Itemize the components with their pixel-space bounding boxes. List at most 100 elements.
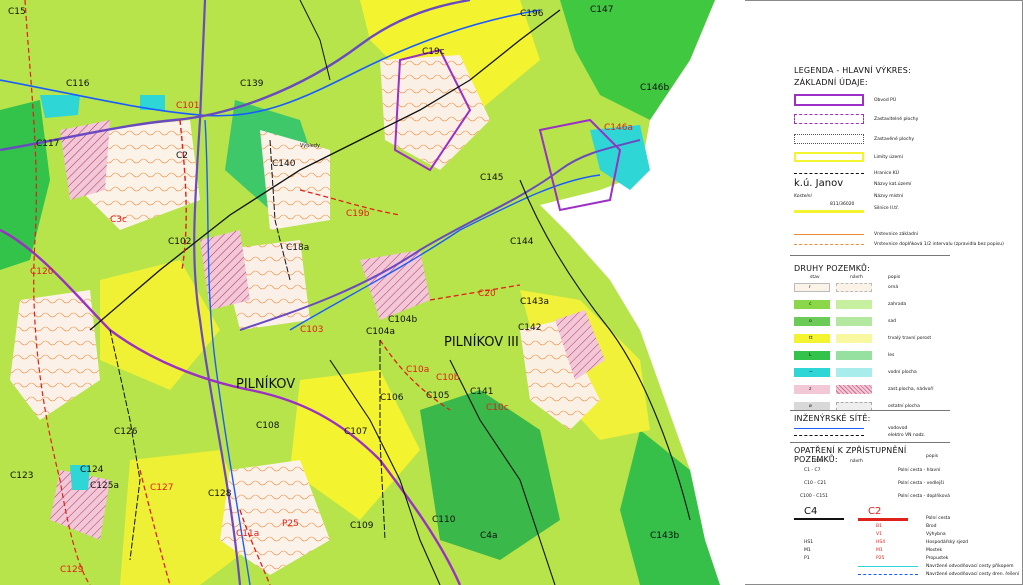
op-label-2: Polní cesta - doplňková [898,494,950,499]
legend-basic-title: ZÁKLADNÍ ÚDAJE: [794,78,868,87]
line-hranice [794,173,864,174]
legend-op-navrh: návrh [850,459,863,464]
legend-separator-1 [790,255,950,256]
legend-inz-title: INŽENÝRSKÉ SÍTĚ: [794,414,871,423]
sym-label-2: Výhybna [926,532,946,537]
label-c147: C147 [590,5,613,15]
label-c110: C110 [432,515,456,525]
swatch-orna-stav [794,283,830,292]
sym-right-4: M1 [876,548,883,553]
swatch-zast-stav [794,385,830,394]
label-c10a: C10a [406,365,429,375]
sym-line-6 [858,566,918,567]
label-pilnikov: PILNÍKOV [236,376,295,392]
label-c15: C15 [8,7,26,17]
legend-zastavitelne: Zastavitelné plochy [874,117,919,122]
map-svg[interactable]: C15 C196 C147 C19c C116 C139 C146b C117 … [0,0,745,585]
label-vyhledy: Výhledy [300,142,320,149]
label-c3c: C3c [110,215,127,225]
label-c140: C140 [272,159,296,169]
label-c18a: C18a [286,243,309,253]
swatch-zast-navrh [836,385,872,394]
label-c102: C102 [168,237,191,247]
swatch-les-stav [794,351,830,360]
sym-c4: C4 [804,506,818,517]
swatch-obvod [794,94,864,106]
legend-silnice: Silnice II.tř. [874,206,899,211]
druh-label-7: ostatní plocha [888,404,920,409]
label-c139: C139 [240,79,264,89]
op-code-0: C1 - C7 [804,468,821,473]
swatch-orna-navrh [836,283,872,292]
swatch-zastavitelne [794,114,864,124]
sym-label-1: Brod [926,524,937,529]
sym-right-2: V1 [876,532,882,537]
swatch-sad-navrh [836,317,872,326]
sym-label-0: Polní cesta [926,516,951,521]
legend-hranice: Hranice KÚ [874,171,899,176]
sym-left-5: P1 [804,556,810,561]
legend-separator-2 [790,410,950,411]
legend-col-navrh: návrh [850,275,863,280]
legend-nazvy-kat: Názvy kat.území [874,182,912,187]
label-c108: C108 [256,421,280,431]
legend-ku-sub: Kostelní [794,194,812,199]
op-code-1: C10 - C21 [804,481,827,486]
druh-code-5: ~ [809,370,813,375]
sym-left-4: M1 [804,548,811,553]
sym-label-3: Hospodářský sjezd [926,540,969,545]
label-c146a: C146a [604,123,633,133]
map-area[interactable]: C15 C196 C147 C19c C116 C139 C146b C117 … [0,0,745,585]
legend-nazvy-mistni: Názvy místní [874,194,904,199]
druh-label-5: vodní plocha [888,370,917,375]
swatch-voda-navrh [836,368,872,377]
label-c4a: C4a [480,531,498,541]
line-elektro [794,435,864,436]
druh-code-6: z [809,387,812,392]
druh-label-0: orná [888,285,899,290]
label-c129: C129 [60,565,84,575]
legend-op-stav: stav [814,459,824,464]
swatch-zahrada-navrh [836,300,872,309]
sym-line-7 [858,574,918,575]
pond-north-west [40,95,80,118]
swatch-zastavene [794,134,864,144]
label-c127: C127 [150,483,173,493]
druh-code-7: ø [809,404,812,409]
label-c125a: C125a [90,481,119,491]
sym-label-5: Propustek [926,556,949,561]
label-c11a: C11a [236,529,259,539]
label-c120: C120 [30,267,54,277]
label-c19b: C19b [346,209,370,219]
sym-left-3: HS1 [804,540,814,545]
sym-label-7: Navržené odvodňovací cesty dren. řešení [926,572,1020,577]
sym-c2: C2 [868,506,882,517]
line-vrst-dopl [794,244,864,245]
label-c101: C101 [176,101,199,111]
label-c128: C128 [208,489,232,499]
legend-druhy-title: DRUHY POZEMKŮ: [794,264,870,273]
label-c103: C103 [300,325,323,335]
legend-elektro: elektro VN nadz. [888,433,926,438]
label-c141: C141 [470,387,493,397]
label-c143a: C143a [520,297,549,307]
druh-code-1: c [809,302,812,307]
label-c196: C196 [520,9,544,19]
label-c117: C117 [36,139,59,149]
op-label-1: Polní cesta - vedlejší [898,481,944,486]
legend-ku-name: k.ú. Janov [794,178,844,189]
label-c145: C145 [480,173,503,183]
legend: LEGENDA - HLAVNÍ VÝKRES: ZÁKLADNÍ ÚDAJE:… [790,66,1019,581]
label-c123: C123 [10,471,33,481]
sym-right-5: P25 [876,556,885,561]
legend-op-popis: popis [926,454,939,459]
label-c105: C105 [426,391,449,401]
druh-code-0: r [809,285,811,290]
label-c116: C116 [66,79,90,89]
line-silnice [794,210,864,213]
label-c142: C142 [518,323,541,333]
swatch-ttp-navrh [836,334,872,343]
label-c2: C2 [176,151,188,161]
druh-code-3: tt [809,336,813,341]
op-label-0: Polní cesta - hlavní [898,468,941,473]
